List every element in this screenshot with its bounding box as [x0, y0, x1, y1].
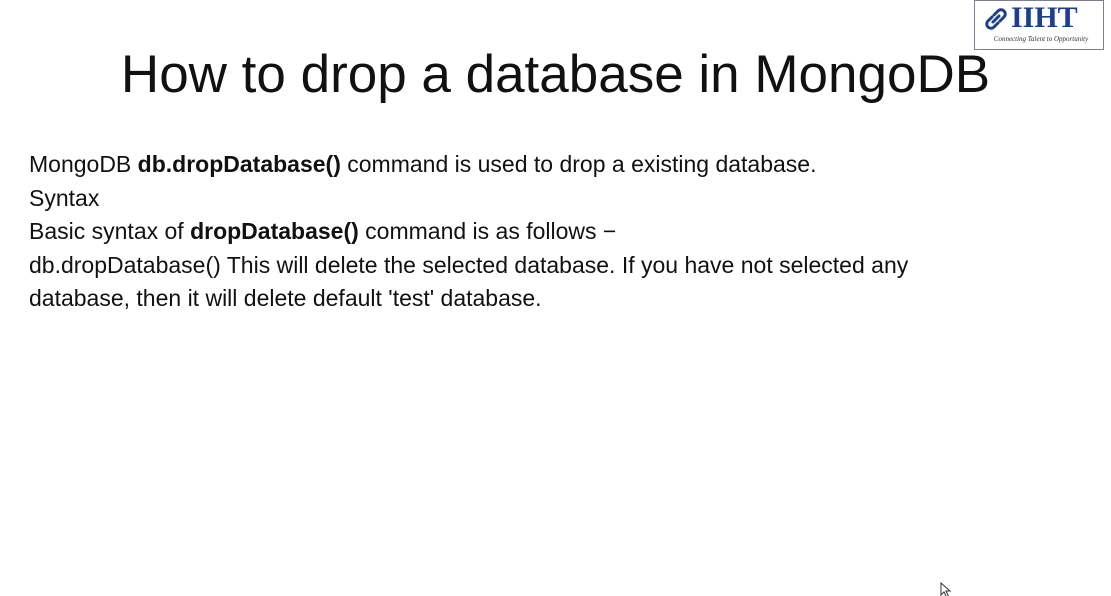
slide-body: MongoDB db.dropDatabase() command is use… — [29, 148, 1029, 316]
presentation-slide: IIHT Connecting Talent to Opportunity Ho… — [0, 0, 1111, 596]
body-line-example-cont: database, then it will delete default 't… — [29, 285, 542, 311]
body-text: command is used to drop a existing datab… — [340, 151, 817, 177]
body-text: command is as follows − — [358, 218, 617, 244]
body-line-intro: MongoDB db.dropDatabase() command is use… — [29, 148, 1029, 182]
body-text: Basic syntax of — [29, 218, 191, 244]
logo-brand-text: IIHT — [1011, 1, 1078, 34]
slide-title: How to drop a database in MongoDB — [120, 45, 991, 104]
command-name: dropDatabase() — [190, 218, 359, 244]
body-line-example: db.dropDatabase() This will delete the s… — [29, 251, 909, 278]
body-text: MongoDB — [29, 151, 138, 177]
mouse-pointer-icon — [940, 582, 952, 596]
body-line-syntax-heading: Syntax — [29, 184, 100, 211]
chain-link-icon — [985, 8, 1007, 30]
body-line-syntax-desc: Basic syntax of dropDatabase() command i… — [29, 215, 1029, 249]
command-name: db.dropDatabase() — [137, 151, 341, 177]
